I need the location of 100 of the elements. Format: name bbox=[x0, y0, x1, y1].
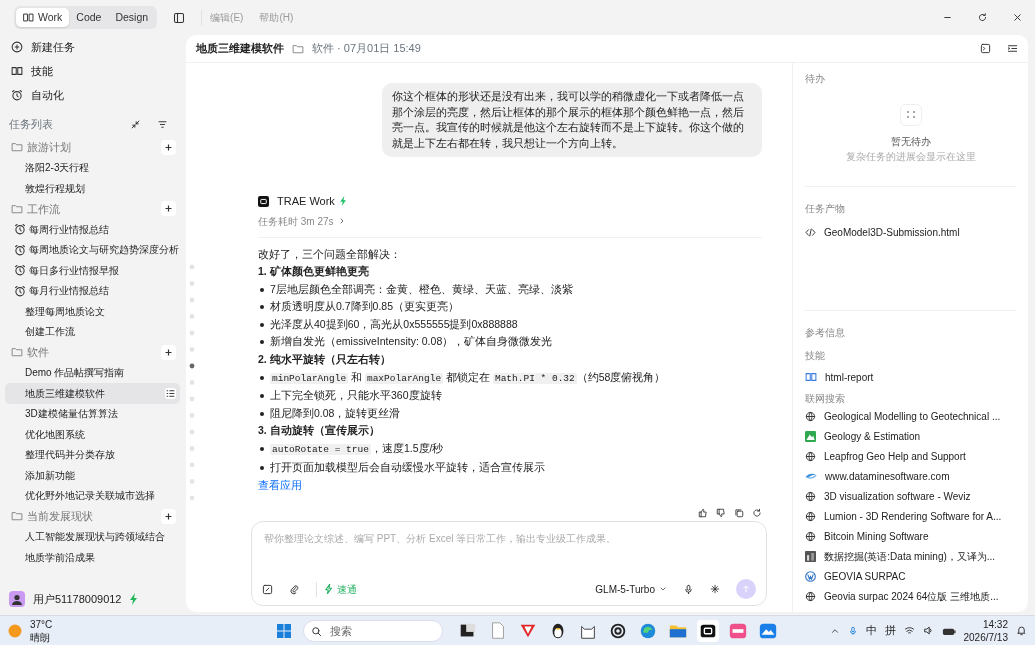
terminal-icon[interactable] bbox=[980, 43, 991, 54]
clock-date[interactable]: 2026/7/13 bbox=[963, 630, 1008, 644]
add-button[interactable] bbox=[161, 508, 176, 524]
filter-icon[interactable] bbox=[157, 118, 168, 130]
task-item[interactable]: 地质学前沿成果 bbox=[5, 547, 180, 568]
search-result-link[interactable]: 3D visualization software - Weviz bbox=[805, 486, 1016, 506]
empty-list-icon bbox=[899, 104, 922, 126]
close-icon[interactable] bbox=[1012, 12, 1023, 23]
task-item[interactable]: 人工智能发展现状与跨领域结合 bbox=[5, 526, 180, 547]
sidebar-toggle-icon[interactable] bbox=[173, 11, 186, 24]
windows-logo-icon[interactable] bbox=[277, 623, 292, 638]
subsection-title: 联网搜索 bbox=[805, 392, 846, 406]
search-result-link[interactable]: Bitcoin Mining Software bbox=[805, 526, 1016, 546]
bolt-badge-icon bbox=[129, 592, 140, 605]
task-meta: 软件 · 07月01日 15:49 bbox=[312, 41, 421, 57]
clock-time[interactable]: 14:32 bbox=[982, 617, 1008, 631]
task-item[interactable]: 整理代码并分类存放 bbox=[5, 444, 180, 465]
list-item: 新增自发光（emissiveIntensity: 0.08），矿体自身微微发光 bbox=[258, 333, 762, 352]
search-result-link[interactable]: 数据挖掘(英语:Data mining)，又译为... bbox=[805, 546, 1016, 566]
search-field[interactable]: 搜索 bbox=[303, 619, 444, 642]
user-name: 用户51178009012 bbox=[33, 591, 122, 607]
task-item[interactable]: 地质三维建模软件 bbox=[5, 383, 180, 404]
alarm-clock-icon[interactable] bbox=[11, 89, 23, 101]
folder-label[interactable]: 旅游计划 bbox=[27, 139, 71, 156]
task-item[interactable]: Demo 作品帖撰写指南 bbox=[5, 362, 180, 383]
section-heading: 2. 纯水平旋转（只左右转） bbox=[258, 352, 392, 368]
collapse-icon[interactable] bbox=[130, 118, 141, 130]
speaker-icon[interactable] bbox=[922, 625, 934, 636]
input-method-indicator[interactable]: 中 bbox=[865, 622, 877, 639]
image-icon bbox=[805, 550, 816, 562]
duration-link[interactable]: 任务耗时 3m 27s bbox=[258, 213, 334, 229]
alarm-clock-icon bbox=[14, 223, 26, 236]
subsection-title: 技能 bbox=[805, 349, 826, 363]
sparkle-icon bbox=[338, 196, 348, 207]
search-result-link[interactable]: Geological Modelling to Geotechnical ... bbox=[805, 406, 1016, 426]
code-icon bbox=[805, 226, 816, 238]
folder-label[interactable]: 当前发展现状 bbox=[27, 508, 93, 525]
wifi-icon[interactable] bbox=[903, 625, 915, 636]
section-title: 参考信息 bbox=[805, 326, 846, 340]
task-item[interactable]: 创建工作流 bbox=[5, 321, 180, 342]
task-item[interactable]: 添加新功能 bbox=[5, 465, 180, 486]
mode-tab[interactable]: Work bbox=[16, 7, 70, 28]
search-result-link[interactable]: Geovia surpac 2024 64位版 三维地质... bbox=[805, 586, 1016, 606]
task-item[interactable]: 每月行业情报总结 bbox=[5, 280, 180, 301]
alarm-clock-icon bbox=[14, 264, 26, 277]
avatar-icon[interactable] bbox=[9, 590, 25, 607]
task-item[interactable]: 优化地图系统 bbox=[5, 424, 180, 445]
copy-icon[interactable] bbox=[734, 507, 744, 518]
task-item[interactable]: 敦煌行程规划 bbox=[5, 178, 180, 199]
file-link[interactable]: GeoModel3D-Submission.html bbox=[805, 222, 1016, 242]
search-result-link[interactable]: www.dataminesoftware.com bbox=[805, 466, 1016, 486]
search-result-link[interactable]: Geology & Estimation bbox=[805, 426, 1016, 446]
add-button[interactable] bbox=[161, 139, 176, 155]
task-item[interactable]: 每周行业情报总结 bbox=[5, 219, 180, 240]
add-button[interactable] bbox=[161, 344, 176, 360]
thumbs-up-icon[interactable] bbox=[698, 507, 708, 518]
wordpress-icon bbox=[805, 570, 816, 582]
add-button[interactable] bbox=[161, 201, 176, 217]
edit-icon[interactable] bbox=[262, 583, 273, 595]
paperclip-icon[interactable] bbox=[289, 583, 300, 595]
section-heading: 1. 矿体颜色更鲜艳更亮 bbox=[258, 264, 370, 280]
outline-icon[interactable] bbox=[165, 387, 176, 399]
task-item[interactable]: 优化野外地记录关联城市选择 bbox=[5, 485, 180, 506]
empty-title: 暂无待办 bbox=[890, 135, 931, 149]
panel-toggle-icon[interactable] bbox=[1007, 43, 1018, 54]
book-icon[interactable] bbox=[11, 65, 23, 77]
assistant-name: TRAE Work bbox=[277, 194, 335, 209]
globe-icon bbox=[805, 450, 816, 462]
book-icon bbox=[23, 12, 34, 23]
mode-tab[interactable]: Code bbox=[69, 7, 109, 28]
refresh-icon[interactable] bbox=[977, 12, 988, 23]
microphone-icon[interactable] bbox=[683, 583, 694, 595]
model-selector[interactable]: GLM-5-Turbo bbox=[595, 581, 667, 597]
search-result-link[interactable]: GEOVIA SURPAC bbox=[805, 566, 1016, 586]
nav-item[interactable]: 自动化 bbox=[5, 83, 180, 107]
task-item[interactable]: 每日多行业情报早报 bbox=[5, 260, 180, 281]
task-item[interactable]: 每周地质论文与研究趋势深度分析 bbox=[5, 239, 180, 260]
nav-item[interactable]: 技能 bbox=[5, 59, 180, 83]
nav-item[interactable]: 新建任务 bbox=[5, 35, 180, 59]
folder-label[interactable]: 工作流 bbox=[27, 200, 60, 217]
folder-label[interactable]: 软件 bbox=[27, 344, 49, 361]
thumbs-down-icon[interactable] bbox=[716, 507, 726, 518]
globe-icon bbox=[805, 510, 816, 522]
task-item[interactable]: 洛阳2-3天行程 bbox=[5, 157, 180, 178]
refresh-icon[interactable] bbox=[752, 507, 762, 518]
mode-tab[interactable]: Design bbox=[108, 7, 156, 28]
user-message: 你这个框体的形状还是没有出来，我可以学的稍微虚化一下或者降低一点那个涂层的亮度，然后让框体的那个展示的框体那个颜色鲜艳一点，然后亮一点。我宣传的时候就是他这个左右旋转而不是上下旋转。你这个做的就是上下左右都在转，我只想让一个方向上转。 bbox=[382, 83, 762, 157]
input-method-indicator[interactable]: 拼 bbox=[884, 622, 896, 639]
task-item[interactable]: 3D建模储量估算算法 bbox=[5, 403, 180, 424]
section-title: 待办 bbox=[805, 72, 826, 86]
new-task-icon[interactable] bbox=[11, 41, 23, 53]
skill-link[interactable]: html-report bbox=[805, 367, 1016, 387]
search-result-link[interactable]: Lumion - 3D Rendering Software for A... bbox=[805, 506, 1016, 526]
search-result-link[interactable]: Leapfrog Geo Help and Support bbox=[805, 446, 1016, 466]
bell-icon[interactable] bbox=[1016, 625, 1027, 636]
swoosh-icon bbox=[805, 472, 817, 480]
folder-icon bbox=[11, 202, 23, 215]
view-app-link[interactable]: 查看应用 bbox=[258, 478, 762, 494]
task-item[interactable]: 整理每周地质论文 bbox=[5, 301, 180, 322]
sparkle-icon[interactable] bbox=[710, 584, 720, 594]
